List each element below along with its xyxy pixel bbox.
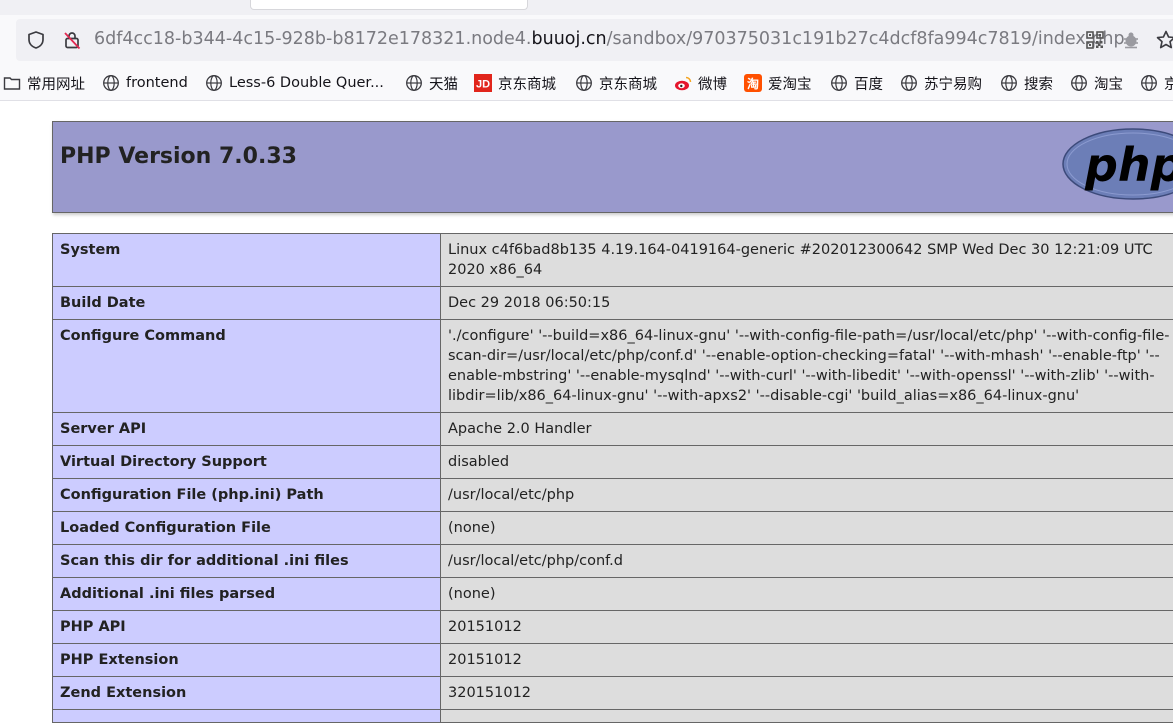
table-row: Configure Command'./configure' '--build=… xyxy=(53,320,1173,413)
bookmark-search[interactable]: 搜索 xyxy=(1000,73,1053,93)
bookmark-less6[interactable]: Less-6 Double Quer... xyxy=(205,73,384,93)
row-value: Apache 2.0 Handler xyxy=(441,413,1173,446)
bookmark-label: 京东商城 xyxy=(498,73,556,94)
row-value: (none) xyxy=(441,578,1173,611)
globe-icon xyxy=(1140,74,1158,92)
tab-strip xyxy=(0,0,1173,15)
bookmarks-toolbar: 常用网址 frontend Less-6 Double Quer... 天猫 J… xyxy=(0,67,1173,101)
row-value: 20151012 xyxy=(441,611,1173,644)
logo-text: php xyxy=(1084,138,1173,192)
table-row: Build DateDec 29 2018 06:50:15 xyxy=(53,287,1173,320)
bookmark-taobao[interactable]: 淘宝 xyxy=(1070,73,1123,93)
url-domain: buuoj.cn xyxy=(532,29,607,49)
row-value: (none) xyxy=(441,512,1173,545)
table-row: Configuration File (php.ini) Path/usr/lo… xyxy=(53,479,1173,512)
row-value xyxy=(441,710,1173,723)
row-key xyxy=(53,710,441,723)
row-key: Zend Extension xyxy=(53,677,441,710)
bookmark-label: 搜索 xyxy=(1024,73,1053,94)
globe-icon xyxy=(900,74,918,92)
table-row: Scan this dir for additional .ini files/… xyxy=(53,545,1173,578)
weibo-icon xyxy=(674,74,692,92)
row-value: /usr/local/etc/php xyxy=(441,479,1173,512)
url-path: /sandbox/970375031c191b27c4dcf8fa994c781… xyxy=(607,29,1125,49)
row-value: Dec 29 2018 06:50:15 xyxy=(441,287,1173,320)
table-row: Zend Extension320151012 xyxy=(53,677,1173,710)
globe-icon xyxy=(405,74,423,92)
row-value: 320151012 xyxy=(441,677,1173,710)
table-row: PHP Extension20151012 xyxy=(53,644,1173,677)
table-row: SystemLinux c4f6bad8b135 4.19.164-041916… xyxy=(53,234,1173,287)
active-tab[interactable] xyxy=(250,0,528,10)
bookmark-frontend[interactable]: frontend xyxy=(102,73,188,93)
bookmark-label: Less-6 Double Quer... xyxy=(229,75,384,91)
url-text[interactable]: 6df4cc18-b344-4c15-928b-b8172e178321.nod… xyxy=(94,29,1125,49)
bookmark-label: 百度 xyxy=(854,73,883,94)
folder-icon xyxy=(3,74,21,92)
row-key: Configure Command xyxy=(53,320,441,413)
row-key: Server API xyxy=(53,413,441,446)
url-prefix: 6df4cc18-b344-4c15-928b-b8172e178321.nod… xyxy=(94,29,532,49)
table-row: PHP API20151012 xyxy=(53,611,1173,644)
table-row: Virtual Directory Supportdisabled xyxy=(53,446,1173,479)
row-key: PHP API xyxy=(53,611,441,644)
bookmark-tmall[interactable]: 天猫 xyxy=(405,73,458,93)
address-bar[interactable]: 6df4cc18-b344-4c15-928b-b8172e178321.nod… xyxy=(16,19,1173,61)
bookmark-aitaobao[interactable]: 淘 爱淘宝 xyxy=(744,73,812,93)
row-value: 20151012 xyxy=(441,644,1173,677)
bookmark-label: 京 xyxy=(1164,73,1173,94)
navigation-toolbar: 6df4cc18-b344-4c15-928b-b8172e178321.nod… xyxy=(0,15,1173,67)
row-key: Virtual Directory Support xyxy=(53,446,441,479)
globe-icon xyxy=(830,74,848,92)
row-key: Build Date xyxy=(53,287,441,320)
bookmark-jd-1[interactable]: JD 京东商城 xyxy=(474,73,556,93)
bookmark-baidu[interactable]: 百度 xyxy=(830,73,883,93)
globe-icon xyxy=(1070,74,1088,92)
aitaobao-icon: 淘 xyxy=(744,74,762,92)
table-row: Loaded Configuration File(none) xyxy=(53,512,1173,545)
globe-icon xyxy=(102,74,120,92)
qr-code-icon[interactable] xyxy=(1085,30,1105,50)
phpinfo-table: SystemLinux c4f6bad8b135 4.19.164-041916… xyxy=(52,233,1173,723)
bookmark-weibo[interactable]: 微博 xyxy=(674,73,727,93)
extension-icon[interactable] xyxy=(1121,30,1141,50)
globe-icon xyxy=(1000,74,1018,92)
bookmark-label: 常用网址 xyxy=(27,73,85,94)
table-row: Server APIApache 2.0 Handler xyxy=(53,413,1173,446)
page-title: PHP Version 7.0.33 xyxy=(60,144,297,169)
table-row: Additional .ini files parsed(none) xyxy=(53,578,1173,611)
bookmark-label: 爱淘宝 xyxy=(768,73,812,94)
row-key: Loaded Configuration File xyxy=(53,512,441,545)
row-value: disabled xyxy=(441,446,1173,479)
bookmark-folder-common[interactable]: 常用网址 xyxy=(3,73,85,93)
globe-icon xyxy=(205,74,223,92)
php-logo[interactable]: php xyxy=(1061,126,1173,202)
phpinfo-header: PHP Version 7.0.33 php xyxy=(52,121,1173,213)
jd-icon: JD xyxy=(474,74,492,92)
row-value: /usr/local/etc/php/conf.d xyxy=(441,545,1173,578)
bookmark-suning[interactable]: 苏宁易购 xyxy=(900,73,982,93)
row-value: './configure' '--build=x86_64-linux-gnu'… xyxy=(441,320,1173,413)
row-value: Linux c4f6bad8b135 4.19.164-0419164-gene… xyxy=(441,234,1173,287)
bookmark-label: 苏宁易购 xyxy=(924,73,982,94)
bookmark-label: 天猫 xyxy=(429,73,458,94)
bookmark-label: 京东商城 xyxy=(599,73,657,94)
globe-icon xyxy=(575,74,593,92)
row-key: Additional .ini files parsed xyxy=(53,578,441,611)
row-key: PHP Extension xyxy=(53,644,441,677)
shield-icon[interactable] xyxy=(26,30,46,50)
row-key: Scan this dir for additional .ini files xyxy=(53,545,441,578)
row-key: System xyxy=(53,234,441,287)
bookmark-jd-3[interactable]: 京 xyxy=(1140,73,1173,93)
star-icon[interactable] xyxy=(1155,29,1173,51)
row-key: Configuration File (php.ini) Path xyxy=(53,479,441,512)
bookmark-label: 微博 xyxy=(698,73,727,94)
bookmark-label: frontend xyxy=(126,75,188,91)
bookmark-label: 淘宝 xyxy=(1094,73,1123,94)
svg-text:JD: JD xyxy=(476,79,490,91)
insecure-lock-icon[interactable] xyxy=(62,30,82,50)
bookmark-jd-2[interactable]: 京东商城 xyxy=(575,73,657,93)
svg-text:淘: 淘 xyxy=(747,76,759,91)
table-row xyxy=(53,710,1173,723)
